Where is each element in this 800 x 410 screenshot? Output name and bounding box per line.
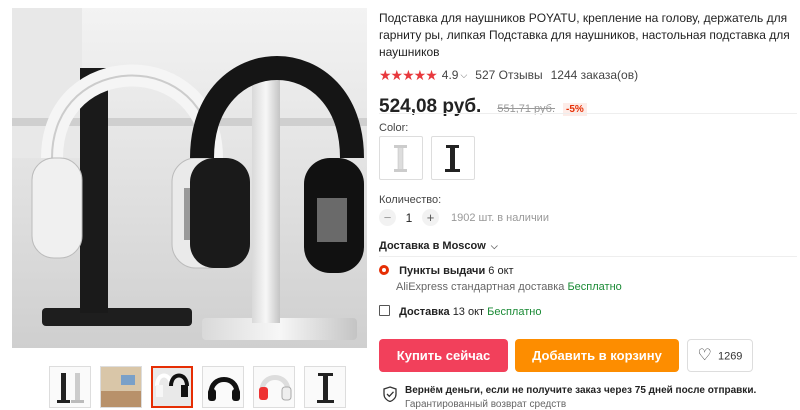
pickup-service: AliExpress стандартная доставка [396, 281, 565, 293]
reviews-link[interactable]: 527 Отзывы [475, 68, 542, 82]
buy-now-button[interactable]: Купить сейчас [379, 339, 508, 372]
thumbnail-strip [49, 366, 346, 408]
product-title: Подставка для наушников POYATU, креплени… [379, 11, 790, 59]
rating-stars-icon: ★★★★★ [379, 66, 438, 83]
qty-minus-button[interactable]: − [379, 209, 396, 226]
divider [379, 256, 797, 257]
guarantee-text: Вернём деньги, если не получите заказ че… [405, 385, 757, 396]
wishlist-count: 1269 [717, 350, 743, 363]
color-swatches [379, 136, 475, 180]
location-pin-icon [379, 265, 389, 275]
main-product-image[interactable] [12, 8, 367, 348]
swatch-white-stand[interactable] [379, 136, 423, 180]
quantity-label: Количество: [379, 194, 442, 206]
guarantee-subtext: Гарантированный возврат средств [405, 399, 567, 410]
delivery-location-selector[interactable]: Доставка в Moscow ⌵ [379, 240, 498, 252]
thumbnail-stand-pair[interactable] [49, 366, 91, 408]
color-label: Color: [379, 122, 409, 134]
thumbnail-white-headphones[interactable] [253, 366, 295, 408]
thumbnail-stands-with-headphones[interactable] [151, 366, 193, 408]
courier-price: Бесплатно [487, 306, 542, 318]
rating-row: ★★★★★ 4.9 ⌵ 527 Отзывы 1244 заказа(ов) [379, 66, 794, 84]
thumbnail-black-stand[interactable] [304, 366, 346, 408]
quantity-stepper: − 1 + 1902 шт. в наличии [379, 209, 549, 226]
courier-date: 13 окт [452, 306, 485, 318]
delivery-heading: Доставка в Moscow [379, 240, 486, 252]
wishlist-button[interactable]: ♡ 1269 [687, 339, 753, 372]
add-to-cart-button[interactable]: Добавить в корзину [515, 339, 679, 372]
chevron-down-icon: ⌵ [490, 241, 498, 251]
current-price: 524,08 руб. [379, 96, 482, 117]
product-info: Подставка для наушников POYATU, креплени… [379, 10, 794, 118]
shield-check-icon [383, 386, 397, 402]
rating-value[interactable]: 4.9 [442, 68, 459, 82]
pickup-price: Бесплатно [567, 281, 622, 293]
qty-value[interactable]: 1 [396, 211, 422, 225]
courier-option[interactable]: Доставка 13 окт Бесплатно [379, 304, 541, 318]
orders-count: 1244 заказа(ов) [550, 68, 639, 82]
pickup-date: 6 окт [488, 265, 514, 277]
pickup-title: Пункты выдачи [399, 265, 486, 277]
stock-count: 1902 шт. в наличии [451, 211, 549, 224]
chevron-down-icon[interactable]: ⌵ [460, 70, 467, 81]
courier-title: Доставка [399, 306, 450, 318]
package-icon [379, 305, 390, 316]
price-row: 524,08 руб. 551,71 руб. -5% [379, 96, 794, 118]
heart-icon: ♡ [697, 347, 712, 364]
thumbnail-desk-scene[interactable] [100, 366, 142, 408]
product-gallery [12, 8, 367, 408]
discount-badge: -5% [563, 103, 587, 116]
qty-plus-button[interactable]: + [422, 209, 439, 226]
divider [379, 113, 797, 114]
pickup-details: AliExpress стандартная доставка Бесплатн… [396, 281, 622, 293]
thumbnail-black-headphones[interactable] [202, 366, 244, 408]
swatch-black-stand[interactable] [431, 136, 475, 180]
pickup-option[interactable]: Пункты выдачи 6 окт [379, 264, 514, 277]
